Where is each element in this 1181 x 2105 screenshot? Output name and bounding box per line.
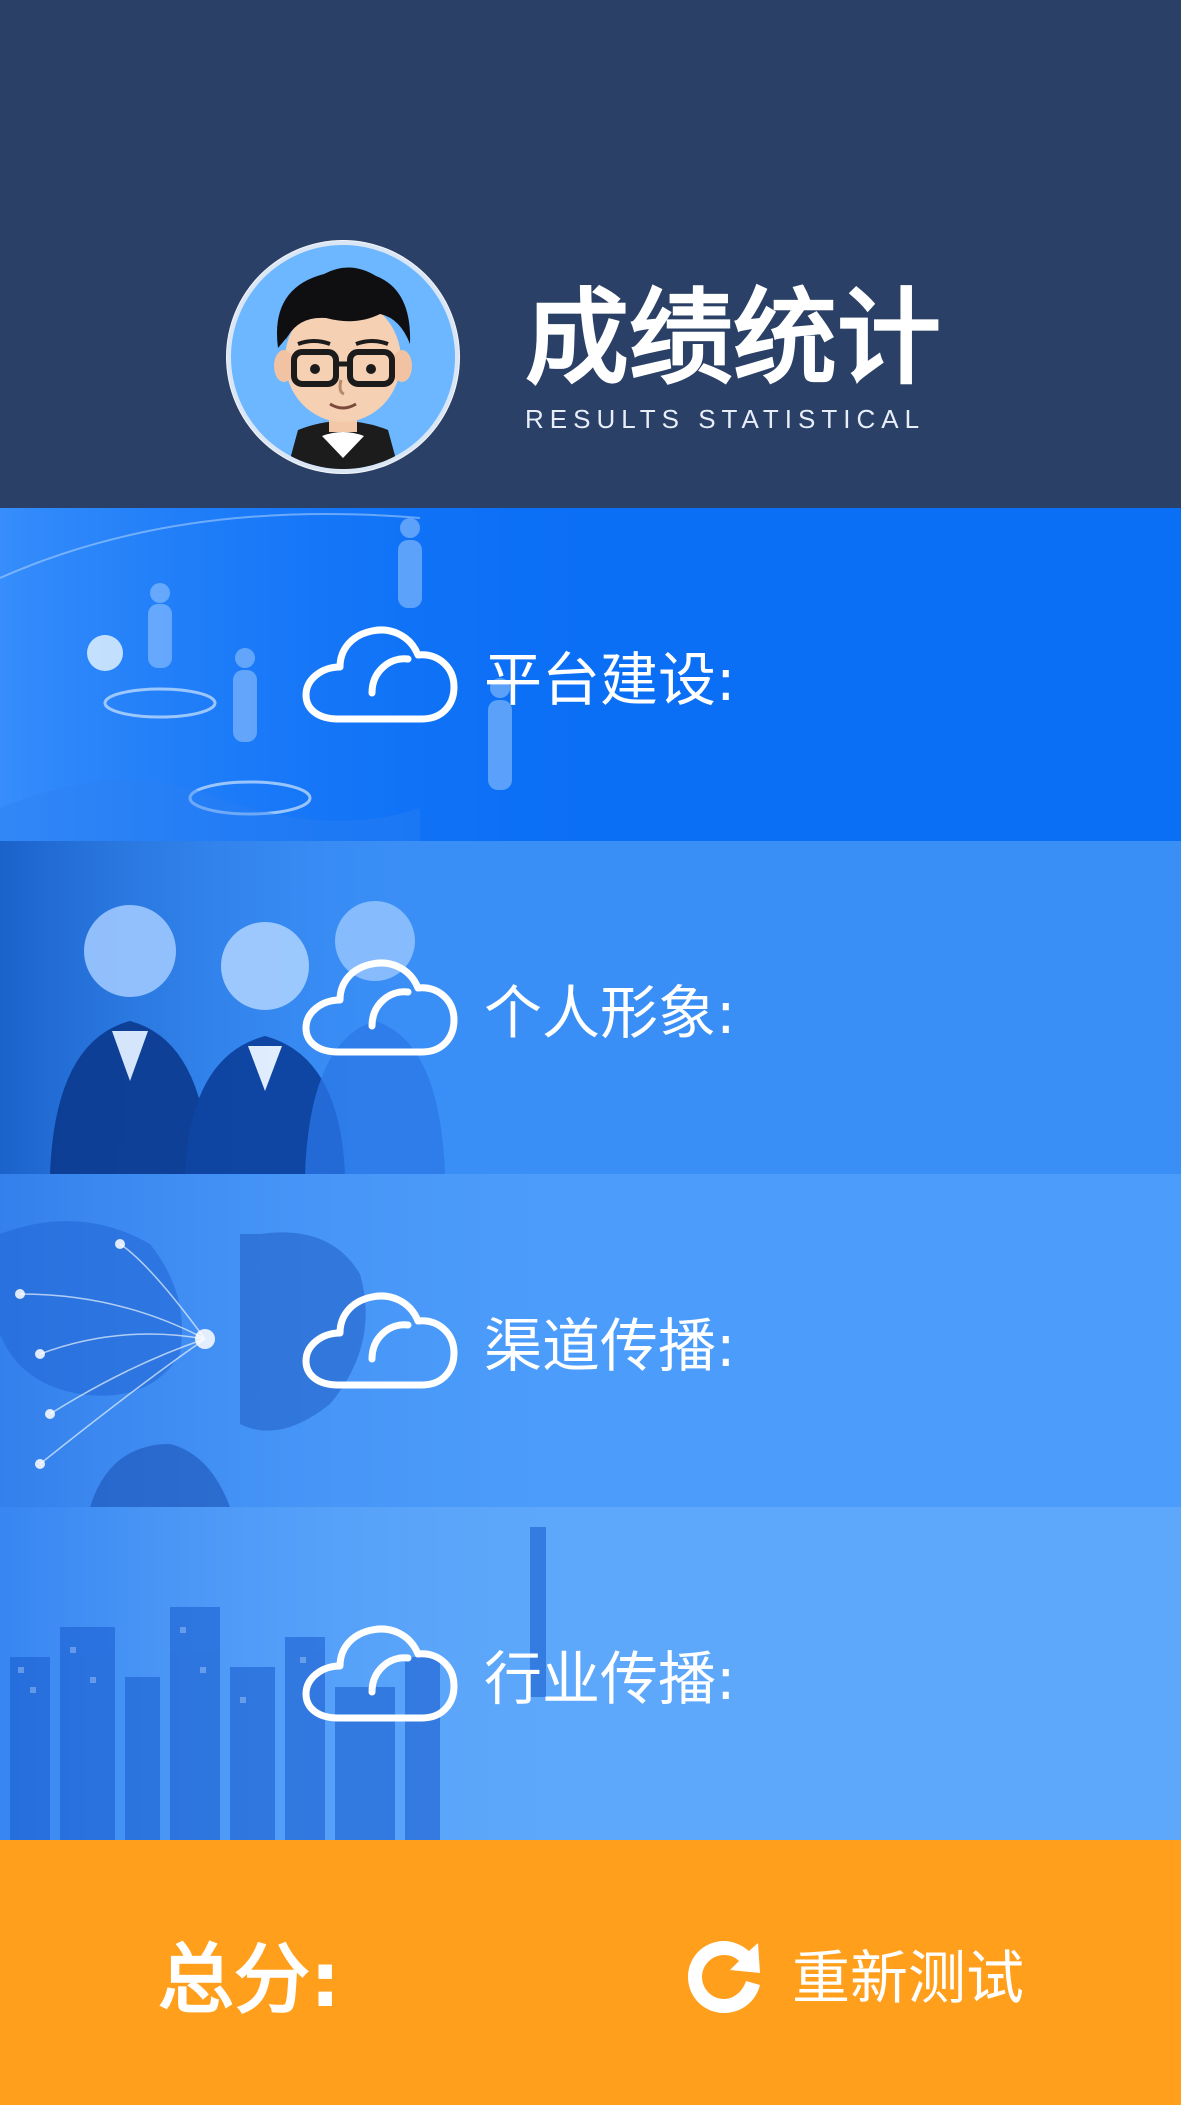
retest-label: 重新测试 [792, 1943, 1025, 2012]
header: 成绩统计 RESULTS STATISTICAL [0, 0, 1181, 508]
cloud-icon [302, 1292, 458, 1388]
score-row-label: 个人形象: [484, 978, 736, 1047]
refresh-icon [688, 1940, 760, 2013]
retest-button[interactable]: 重新测试 [672, 1840, 1024, 2105]
score-row-platform: 平台建设: [0, 508, 1181, 841]
score-row-content: 渠道传播: [300, 1174, 736, 1507]
score-row-channel-spread: 渠道传播: [0, 1174, 1181, 1507]
avatar [226, 240, 460, 474]
total-score-label: 总分: [158, 1934, 341, 2024]
score-row-industry-spread: 行业传播: [0, 1507, 1181, 1840]
page-title: 成绩统计 [525, 277, 942, 399]
score-row-personal-image: 个人形象: [0, 841, 1181, 1174]
results-page: 成绩统计 RESULTS STATISTICAL 平台建设: 个人形象: 渠道传… [0, 0, 1181, 2105]
footer-bar: 总分: 重新测试 [0, 1840, 1181, 2105]
score-row-label: 平台建设: [484, 645, 736, 714]
cloud-icon [302, 959, 458, 1055]
cloud-icon [302, 626, 458, 722]
score-row-content: 个人形象: [300, 841, 736, 1174]
score-row-content: 平台建设: [300, 508, 736, 841]
avatar-icon [227, 241, 459, 473]
score-row-label: 渠道传播: [484, 1311, 736, 1380]
score-row-content: 行业传播: [300, 1507, 736, 1840]
page-subtitle: RESULTS STATISTICAL [525, 404, 926, 434]
cloud-icon [302, 1625, 458, 1721]
score-row-label: 行业传播: [484, 1644, 736, 1713]
title-block: 成绩统计 RESULTS STATISTICAL [525, 278, 985, 435]
